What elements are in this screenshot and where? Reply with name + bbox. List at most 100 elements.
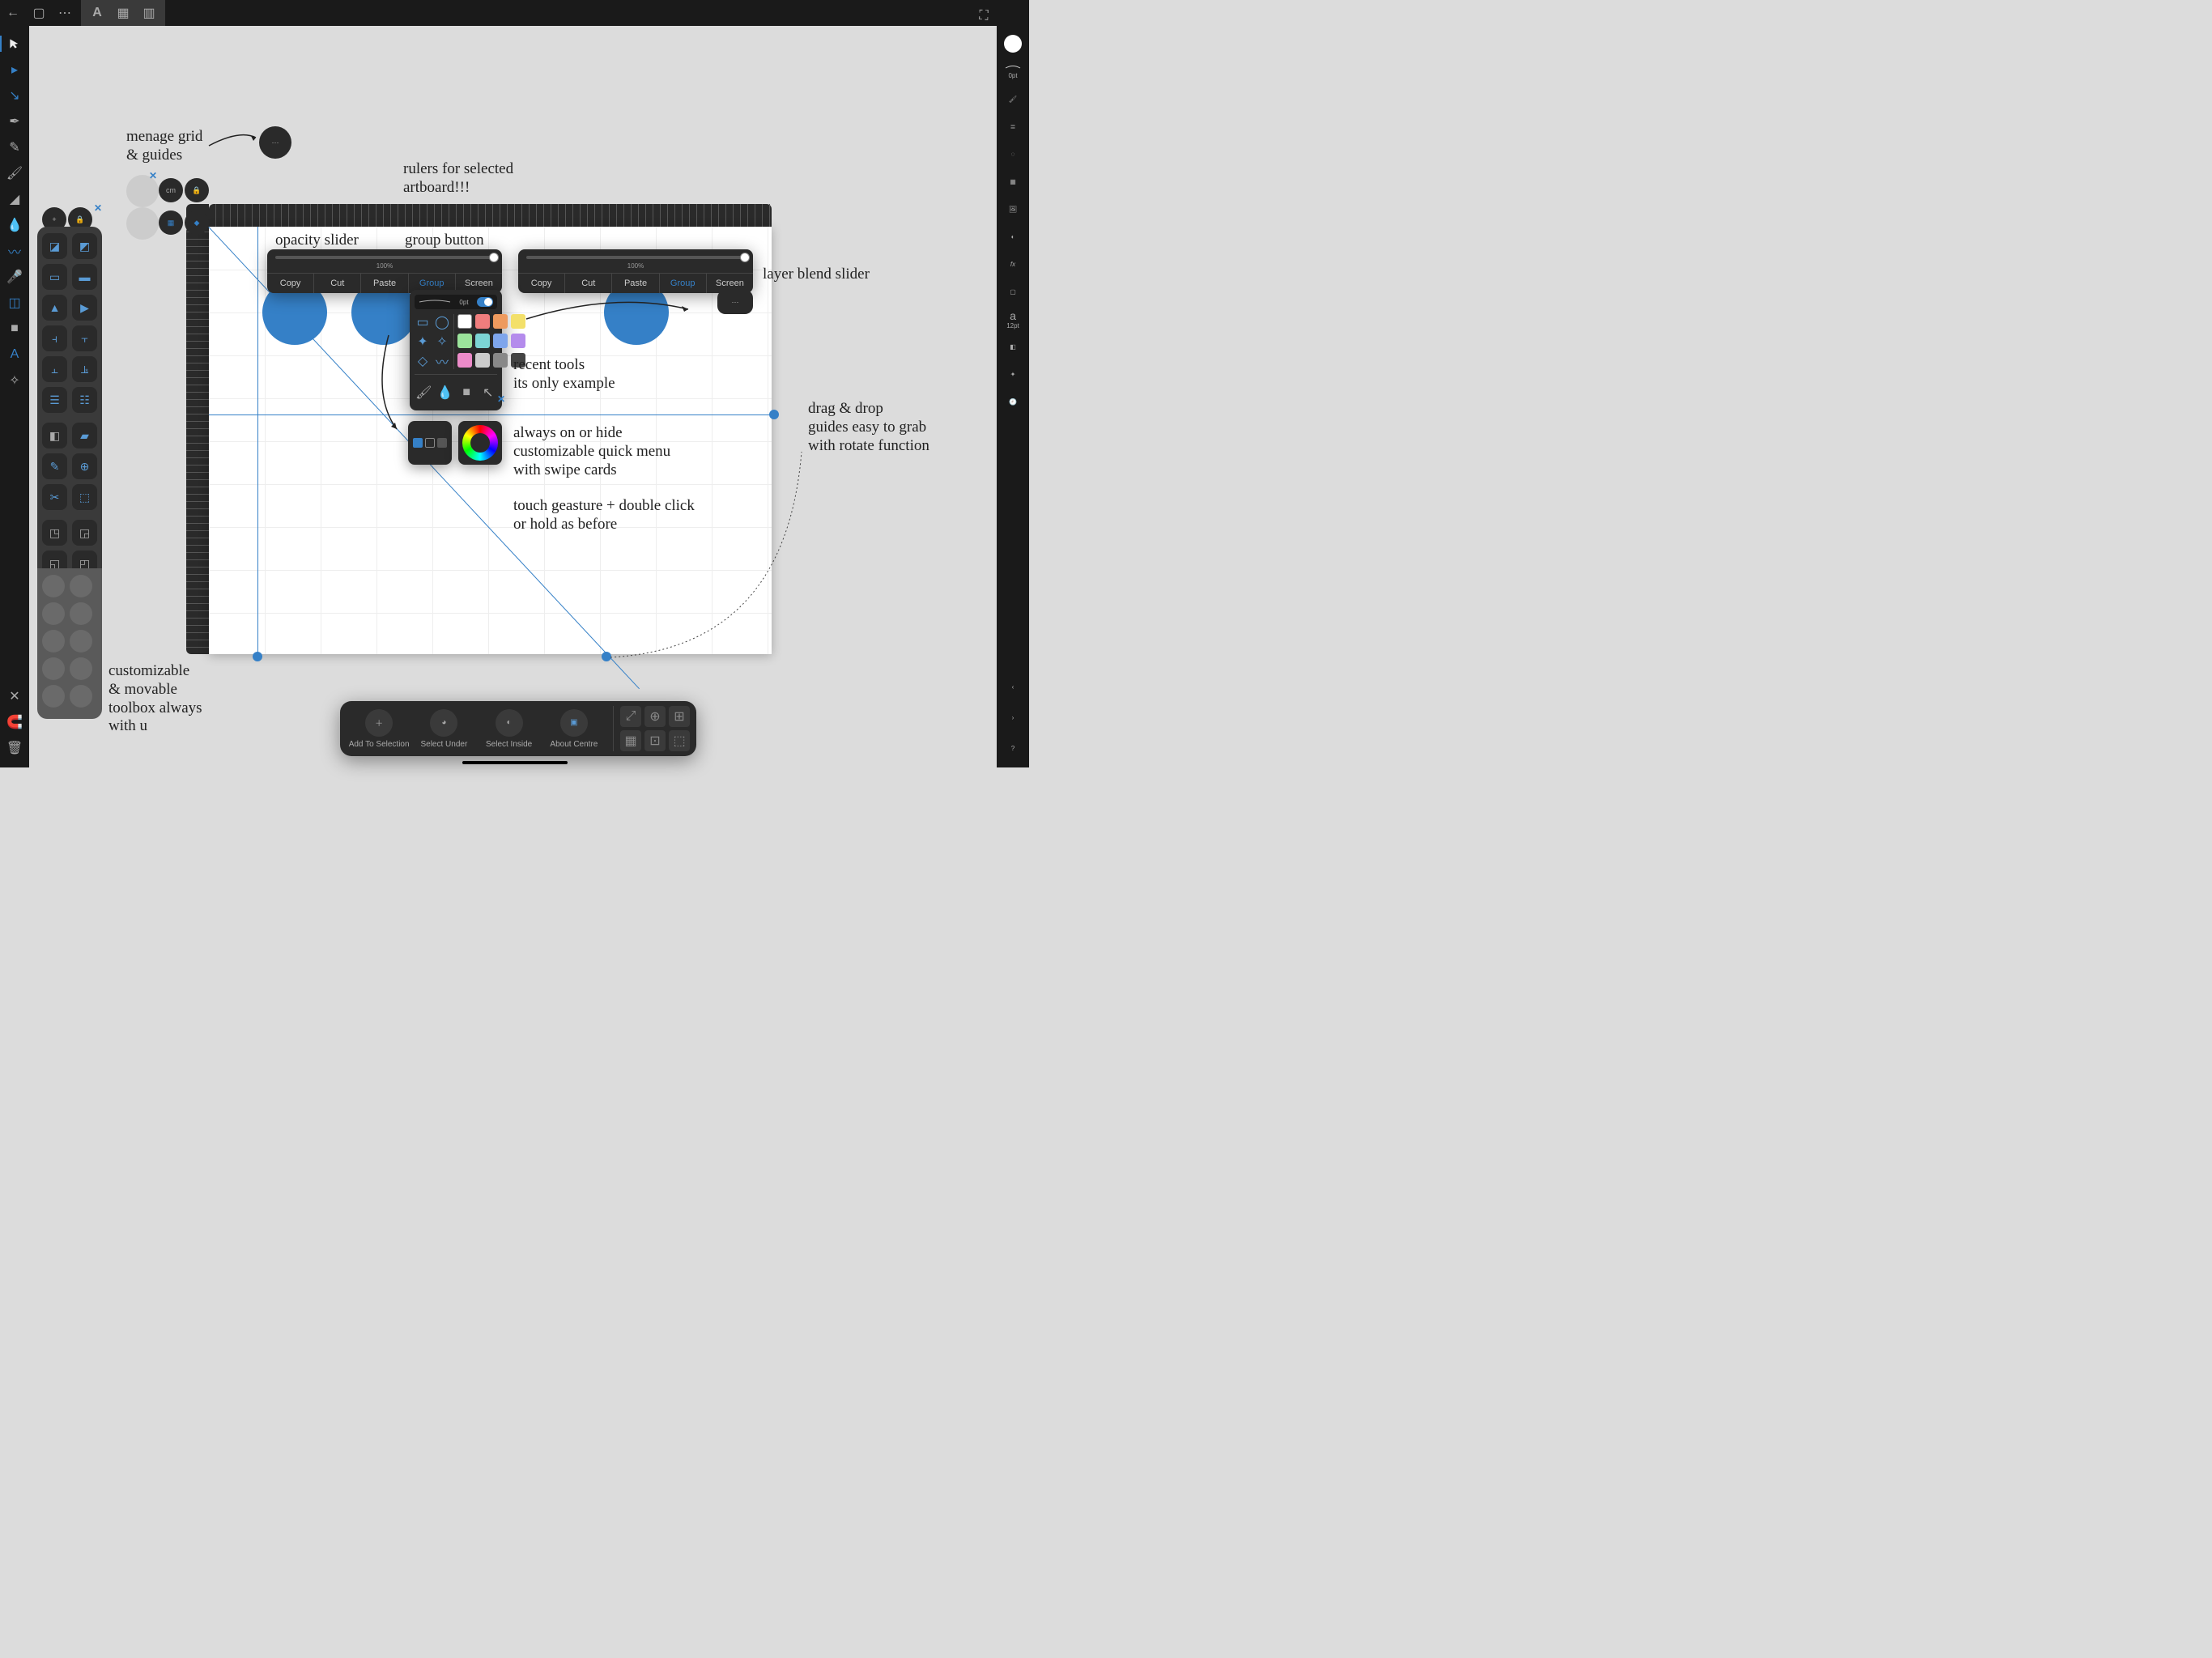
toolbox-item[interactable]: ⫠: [42, 356, 67, 382]
toolbox-item[interactable]: ☷: [72, 387, 97, 413]
help-button[interactable]: ?: [1002, 737, 1024, 759]
toolbox-item[interactable]: ▲: [42, 295, 67, 321]
copy-button[interactable]: Copy: [267, 274, 313, 293]
fill-tool[interactable]: ◢: [3, 188, 26, 210]
toolbox-item[interactable]: ✎: [42, 453, 67, 479]
document-tab[interactable]: A ▦ ▥: [81, 0, 165, 26]
eyedropper-tool[interactable]: 💧: [3, 214, 26, 236]
guide-handle[interactable]: [253, 652, 262, 661]
recent-tool[interactable]: ✧: [434, 334, 450, 350]
stock-panel-icon[interactable]: 🖼: [1002, 198, 1024, 220]
pencil-tool[interactable]: ✎: [3, 136, 26, 159]
panel-icon[interactable]: ▥: [139, 3, 159, 23]
toolbox-item[interactable]: ☰: [42, 387, 67, 413]
crop-tool[interactable]: ◫: [3, 291, 26, 314]
copy-button[interactable]: Copy: [518, 274, 564, 293]
guide-vertical[interactable]: [257, 227, 258, 654]
grid-lock-button[interactable]: 🔒: [185, 178, 209, 202]
close-icon[interactable]: ✕: [94, 202, 102, 214]
guide-handle[interactable]: [602, 652, 611, 661]
wand-tool[interactable]: ✧: [3, 369, 26, 392]
opacity-slider[interactable]: [275, 256, 494, 259]
adjust-panel-icon[interactable]: ◐: [1002, 225, 1024, 248]
font-panel-icon[interactable]: a 12pt: [1002, 308, 1024, 330]
swatches-panel-icon[interactable]: ▦: [1002, 170, 1024, 193]
transform-button[interactable]: ⊡: [644, 730, 666, 751]
more-button[interactable]: ⋯: [52, 0, 78, 26]
swatch[interactable]: [511, 334, 525, 348]
next-button[interactable]: ›: [1002, 706, 1024, 729]
paste-button[interactable]: Paste: [360, 274, 407, 293]
select-under-button[interactable]: ◕Select Under: [411, 709, 476, 749]
floating-toolbox[interactable]: ◪◩ ▭▬ ▲▶ ⫞⫟ ⫠⫡ ☰☷ ◧▰ ✎⊕ ✂⬚ ◳◲ ◱◰: [37, 227, 102, 588]
back-button[interactable]: ←: [0, 0, 26, 26]
cut-button[interactable]: Cut: [564, 274, 611, 293]
swatch[interactable]: [493, 353, 508, 368]
node-tool[interactable]: ▸: [3, 58, 26, 81]
recent-tool[interactable]: 〰: [434, 353, 450, 369]
horizontal-ruler[interactable]: [209, 204, 772, 227]
guides-toggle-button[interactable]: ◆: [185, 210, 209, 235]
toolbox-item[interactable]: ✂: [42, 484, 67, 510]
mic-tool[interactable]: 🎤: [3, 266, 26, 288]
empty-slot[interactable]: [70, 575, 92, 597]
grid-chip[interactable]: [126, 207, 159, 240]
transform-button[interactable]: ▦: [620, 730, 641, 751]
corner-tool[interactable]: ↘: [3, 84, 26, 107]
transform-button[interactable]: ⊕: [644, 706, 666, 727]
recent-bottom-tool[interactable]: 🖌: [415, 381, 433, 404]
select-inside-button[interactable]: ◐Select Inside: [477, 709, 542, 749]
toolbox-item[interactable]: ⫞: [42, 325, 67, 351]
toolbox-item[interactable]: ◲: [72, 520, 97, 546]
toolbox-item[interactable]: ◳: [42, 520, 67, 546]
toggle-icon[interactable]: [477, 297, 493, 307]
empty-slot[interactable]: [42, 575, 65, 597]
move-tool[interactable]: [3, 32, 26, 55]
swatch[interactable]: [493, 334, 508, 348]
recent-bottom-tool[interactable]: ↖: [479, 381, 498, 404]
toolbox-item[interactable]: ▰: [72, 423, 97, 449]
gradient-panel-icon[interactable]: ◧: [1002, 335, 1024, 358]
paste-button[interactable]: Paste: [611, 274, 658, 293]
swatch[interactable]: [475, 314, 490, 329]
fx-panel-icon[interactable]: ◌: [1002, 142, 1024, 165]
swatch[interactable]: [457, 334, 472, 348]
empty-slot[interactable]: [42, 657, 65, 680]
grid-icon[interactable]: ▦: [113, 3, 133, 23]
swatch[interactable]: [475, 334, 490, 348]
empty-slot[interactable]: [70, 630, 92, 653]
group-button[interactable]: Group: [659, 274, 706, 293]
swatch[interactable]: [493, 314, 508, 329]
empty-slot[interactable]: [70, 602, 92, 625]
toolbox-item[interactable]: ▬: [72, 264, 97, 290]
toolbox-item[interactable]: ⫡: [72, 356, 97, 382]
transform-button[interactable]: ⊞: [669, 706, 690, 727]
magnet-button[interactable]: 🧲: [3, 711, 26, 733]
brush-panel-icon[interactable]: 🖌: [1002, 87, 1024, 110]
layers-panel-icon[interactable]: ≣: [1002, 115, 1024, 138]
toolbox-item[interactable]: ▶: [72, 295, 97, 321]
guide-handle[interactable]: [769, 410, 779, 419]
expand-button[interactable]: ⛶: [971, 3, 997, 29]
pen-tool[interactable]: ✒: [3, 110, 26, 133]
prev-button[interactable]: ‹: [1002, 675, 1024, 698]
rect-tool[interactable]: ■: [3, 317, 26, 340]
context-more-button[interactable]: ⋯: [717, 290, 753, 314]
quick-menu-card[interactable]: [408, 421, 452, 465]
trash-button[interactable]: 🗑: [3, 737, 26, 759]
recent-tool[interactable]: ◯: [434, 314, 450, 330]
toolbox-item[interactable]: ◧: [42, 423, 67, 449]
recent-bottom-tool[interactable]: ■: [457, 381, 476, 404]
history-panel-icon[interactable]: 🕘: [1002, 390, 1024, 413]
empty-slot[interactable]: [70, 657, 92, 680]
snap-panel-icon[interactable]: ✦: [1002, 363, 1024, 385]
toolbox-item[interactable]: ◩: [72, 233, 97, 259]
cut-button[interactable]: Cut: [313, 274, 360, 293]
toolbox-item[interactable]: ⫟: [72, 325, 97, 351]
transform-button[interactable]: ⤢: [620, 706, 641, 727]
guide-horizontal[interactable]: [209, 414, 772, 415]
grid-cm-button[interactable]: cm: [159, 178, 183, 202]
swatch[interactable]: [457, 353, 472, 368]
add-to-selection-button[interactable]: ＋Add To Selection: [347, 709, 411, 749]
swatch[interactable]: [511, 314, 525, 329]
